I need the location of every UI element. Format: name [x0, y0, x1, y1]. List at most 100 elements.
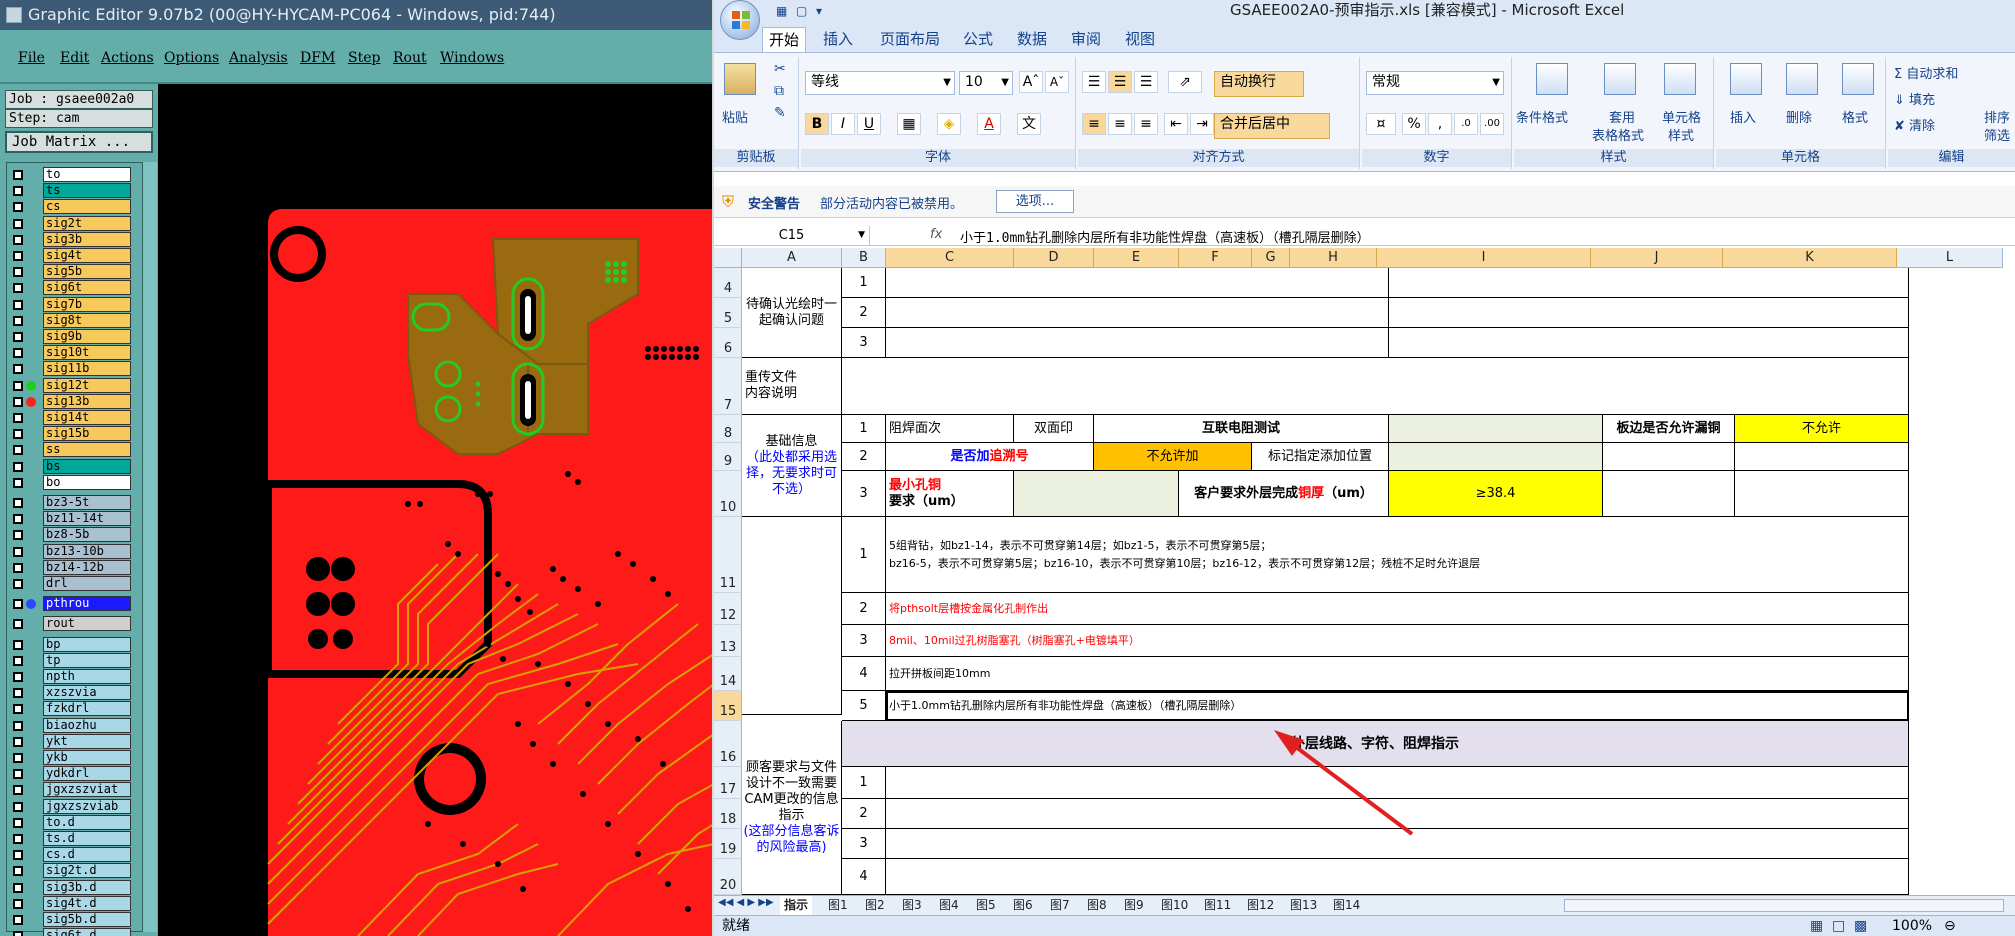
layer-name[interactable]: cs.d	[43, 847, 131, 863]
layer-checkbox[interactable]	[13, 218, 23, 229]
layer-row[interactable]: bo	[7, 474, 147, 490]
tab-review[interactable]: 审阅	[1064, 27, 1108, 52]
sheet-nav-icon[interactable]: ◀◀ ◀ ▶ ▶▶	[718, 897, 774, 908]
layer-row[interactable]: sig11b	[7, 361, 147, 377]
layer-row[interactable]: ss	[7, 442, 147, 458]
menu-analysis[interactable]: Analysis	[229, 50, 288, 66]
qat-dropdown-icon[interactable]: ▾	[816, 2, 822, 20]
orientation-icon[interactable]: ⇗	[1168, 71, 1202, 93]
layer-name[interactable]: sig2t.d	[43, 863, 131, 879]
layer-name[interactable]: bz11-14t	[43, 511, 131, 527]
name-box[interactable]: C15 ▼	[714, 226, 870, 246]
format-cells-button[interactable]: 格式	[1842, 107, 1868, 126]
layer-name[interactable]: sig5b	[43, 264, 131, 280]
layer-name[interactable]: bz8-5b	[43, 527, 131, 543]
underline-button[interactable]: U	[857, 113, 881, 135]
layer-name[interactable]: ykt	[43, 733, 131, 749]
layer-row[interactable]: sig8t	[7, 312, 147, 328]
layer-name[interactable]: bs	[43, 458, 131, 474]
fill-color-icon[interactable]: ◈	[937, 113, 961, 135]
layer-checkbox[interactable]	[13, 850, 23, 861]
layer-row[interactable]: sig10t	[7, 345, 147, 361]
layer-checkbox[interactable]	[13, 704, 23, 715]
layer-checkbox[interactable]	[13, 170, 23, 180]
fx-icon[interactable]: fx	[930, 227, 942, 242]
layer-row[interactable]: xzszvia	[7, 685, 147, 701]
layer-row[interactable]: jgxzszviab	[7, 798, 147, 814]
layer-checkbox[interactable]	[13, 834, 23, 844]
layer-checkbox[interactable]	[13, 736, 23, 747]
sheet-tab[interactable]: 指示	[780, 896, 813, 915]
sheet-tab[interactable]: 图10	[1157, 896, 1192, 915]
layer-row[interactable]: ykt	[7, 733, 147, 749]
layer-row[interactable]: sig6t	[7, 280, 147, 296]
worksheet-grid[interactable]: ABCDEFGHIJKL 4 5 6 7 8 9 10 11 12 13 14 15 16 17 18 19 2…	[714, 248, 2015, 895]
layer-name[interactable]: npth	[43, 669, 131, 684]
sheet-tab[interactable]: 图4	[935, 896, 963, 915]
align-top-icon[interactable]: ☰	[1082, 71, 1106, 93]
layer-name[interactable]: sig9b	[43, 329, 131, 344]
menu-actions[interactable]: Actions	[101, 50, 154, 66]
layer-name[interactable]: xzszvia	[43, 685, 131, 701]
layer-checkbox[interactable]	[13, 461, 23, 472]
layer-row[interactable]: rout	[7, 616, 147, 632]
layer-checkbox[interactable]	[13, 931, 23, 936]
layer-checkbox[interactable]	[13, 234, 23, 245]
layer-row[interactable]: sig5b	[7, 264, 147, 280]
layer-checkbox[interactable]	[13, 186, 23, 197]
layer-name[interactable]: fzkdrl	[43, 701, 131, 717]
layer-name[interactable]: cs	[43, 199, 131, 215]
percent-icon[interactable]: %	[1402, 113, 1426, 135]
normal-view-icon[interactable]: ▦	[1810, 916, 1823, 936]
layer-row[interactable]: sig13b	[7, 393, 147, 409]
cell-style-label-2[interactable]: 样式	[1668, 125, 1694, 144]
layer-row[interactable]: ts.d	[7, 831, 147, 846]
layer-row[interactable]: jgxzszviat	[7, 782, 147, 798]
layer-row[interactable]: sig5b.d	[7, 912, 147, 927]
zoom-out-icon[interactable]: ⊖	[1944, 916, 1956, 936]
layer-list-scrollbar[interactable]	[142, 162, 157, 932]
table-format-label-2[interactable]: 表格格式	[1592, 125, 1644, 144]
sort-filter-label-1[interactable]: 排序	[1984, 107, 2010, 126]
sheet-tab[interactable]: 图9	[1120, 896, 1148, 915]
layer-checkbox[interactable]	[13, 283, 23, 294]
layer-name[interactable]: jgxzszviat	[43, 782, 131, 798]
layer-name[interactable]: sig13b	[43, 393, 131, 409]
layer-row[interactable]: sig2t.d	[7, 863, 147, 879]
layer-name[interactable]: sig14t	[43, 410, 131, 425]
decrease-decimal-icon[interactable]: .00	[1480, 113, 1504, 135]
layer-name[interactable]: sig4t.d	[43, 895, 131, 911]
pcb-canvas[interactable]	[158, 84, 714, 936]
layer-checkbox[interactable]	[13, 655, 23, 666]
tab-formulas[interactable]: 公式	[956, 27, 1000, 52]
layer-row[interactable]: sig9b	[7, 329, 147, 344]
layer-checkbox[interactable]	[13, 579, 23, 589]
merge-center-button[interactable]: 合并后居中	[1214, 113, 1330, 139]
font-color-icon[interactable]: A	[977, 113, 1001, 135]
number-format-select[interactable]: 常规 ▼	[1366, 71, 1504, 95]
menu-edit[interactable]: Edit	[60, 50, 89, 66]
sheet-tab[interactable]: 图11	[1200, 896, 1235, 915]
layer-checkbox[interactable]	[13, 915, 23, 925]
layer-checkbox[interactable]	[13, 898, 23, 909]
layer-name[interactable]: bp	[43, 636, 131, 652]
job-matrix-button[interactable]: Job Matrix ...	[5, 131, 153, 153]
phonetic-icon[interactable]: 文	[1017, 113, 1041, 135]
sheet-tab[interactable]: 图12	[1243, 896, 1278, 915]
layer-row[interactable]: ykb	[7, 750, 147, 765]
layer-name[interactable]: bz13-10b	[43, 543, 131, 559]
layer-name[interactable]: sig12t	[43, 377, 131, 393]
layer-name[interactable]: biaozhu	[43, 717, 131, 733]
conditional-format-button[interactable]: 条件格式	[1516, 107, 1568, 126]
sheet-tab[interactable]: 图7	[1046, 896, 1074, 915]
layer-checkbox[interactable]	[13, 348, 23, 359]
layer-checkbox[interactable]	[13, 720, 23, 731]
layer-checkbox[interactable]	[13, 688, 23, 699]
layer-checkbox[interactable]	[13, 801, 23, 812]
layer-row[interactable]: sig3b.d	[7, 879, 147, 895]
menu-options[interactable]: Options	[164, 50, 219, 66]
layer-checkbox[interactable]	[13, 251, 23, 261]
layer-name[interactable]: drl	[43, 576, 131, 591]
layer-checkbox[interactable]	[13, 562, 23, 573]
layer-name[interactable]: rout	[43, 616, 131, 632]
